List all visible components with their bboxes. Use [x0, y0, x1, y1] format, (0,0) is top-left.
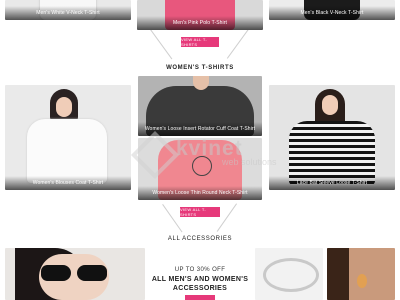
shop-accessories-button[interactable]: [185, 295, 215, 300]
promo-line2: ALL MEN'S AND WOMEN'S: [151, 276, 249, 283]
sunglasses-image: [41, 265, 71, 281]
section-heading-accessories: ALL ACCESSORIES: [167, 236, 233, 242]
connector-line: [149, 28, 173, 60]
model-face: [56, 97, 72, 117]
product-caption: Men's Black V-Neck T-Shirt: [269, 6, 395, 20]
section-heading-womens: WOMEN'S T-SHIRTS: [166, 65, 234, 71]
product-card-women-blouse[interactable]: Women's Blouses Coat T-Shirt: [5, 85, 131, 190]
model-hair: [327, 248, 349, 300]
product-caption: Lace Bat Sleeve Loose T-Shirt: [269, 176, 395, 190]
watermark-tagline: web solutions: [222, 157, 277, 167]
sunglasses-image: [77, 265, 107, 281]
promo-line1: UP TO 30% OFF: [174, 267, 226, 273]
product-caption: Women's Blouses Coat T-Shirt: [5, 176, 131, 190]
product-caption: Men's White V-Neck T-Shirt: [5, 6, 131, 20]
product-card-men-pink[interactable]: Men's Pink Polo T-Shirt: [137, 0, 263, 30]
model-face: [322, 95, 338, 115]
accessory-card-earring[interactable]: [327, 248, 395, 300]
product-card-men-white[interactable]: Men's White V-Neck T-Shirt: [5, 0, 131, 20]
product-image: [27, 119, 107, 183]
product-card-women-lace-bat[interactable]: Lace Bat Sleeve Loose T-Shirt: [269, 85, 395, 190]
product-card-men-black[interactable]: Men's Black V-Neck T-Shirt: [269, 0, 395, 20]
accessory-card-bracelet[interactable]: [255, 248, 323, 300]
earring-image: [357, 274, 367, 288]
view-all-women-tshirts-button[interactable]: VIEW ALL T-SHIRTS: [180, 207, 220, 217]
promo-line3: ACCESSORIES: [172, 285, 228, 292]
product-caption: Women's Loose Thin Round Neck T-Shirt: [138, 186, 262, 200]
bracelet-image: [263, 258, 319, 292]
view-all-men-tshirts-button[interactable]: VIEW ALL T-SHIRTS: [181, 37, 219, 47]
product-caption: Men's Pink Polo T-Shirt: [137, 16, 263, 30]
product-card-women-rotator[interactable]: Women's Loose Insert Rotator Cuff Coat T…: [138, 76, 262, 136]
connector-line: [226, 27, 250, 59]
accessory-card-sunglasses[interactable]: [5, 248, 145, 300]
